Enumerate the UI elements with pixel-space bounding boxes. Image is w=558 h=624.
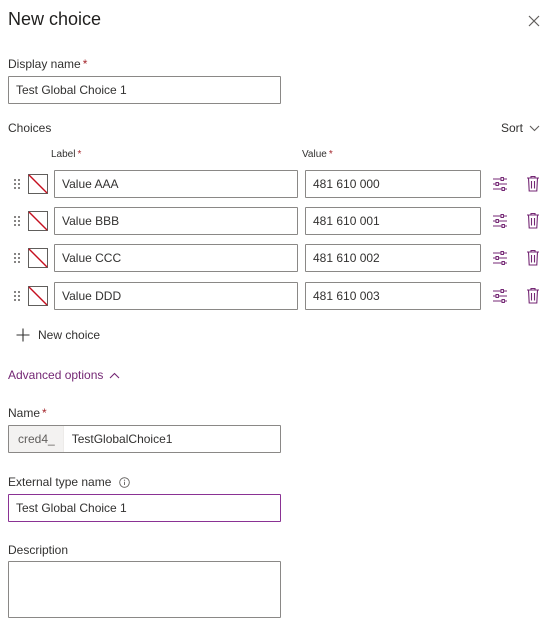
drag-handle-icon[interactable] — [13, 215, 21, 227]
description-label: Description — [8, 543, 69, 557]
info-icon[interactable] — [118, 477, 130, 489]
name-label: Name * — [8, 406, 47, 420]
choice-row — [0, 244, 558, 272]
new-choice-label: New choice — [38, 328, 101, 342]
drag-handle-icon[interactable] — [13, 290, 21, 302]
choice-label-input[interactable] — [54, 207, 298, 235]
choices-section-label: Choices — [8, 121, 52, 135]
color-swatch-icon[interactable] — [28, 248, 48, 268]
sort-button[interactable]: Sort — [501, 121, 540, 135]
trash-icon[interactable] — [526, 175, 540, 192]
color-swatch-icon[interactable] — [28, 174, 48, 194]
choice-label-input[interactable] — [54, 244, 298, 272]
settings-sliders-icon[interactable] — [492, 176, 508, 192]
advanced-options-label: Advanced options — [8, 368, 104, 382]
external-type-name-input[interactable] — [8, 494, 281, 522]
label-column-header: Label * — [51, 149, 82, 160]
choice-row — [0, 207, 558, 235]
settings-sliders-icon[interactable] — [492, 288, 508, 304]
publisher-prefix: cred4_ — [9, 426, 64, 452]
choice-label-input[interactable] — [54, 282, 298, 310]
drag-handle-icon[interactable] — [13, 178, 21, 190]
choice-value-input[interactable] — [305, 170, 481, 198]
name-field[interactable]: cred4_ TestGlobalChoice1 — [8, 425, 281, 453]
trash-icon[interactable] — [526, 249, 540, 266]
trash-icon[interactable] — [526, 287, 540, 304]
color-swatch-icon[interactable] — [28, 286, 48, 306]
new-choice-button[interactable]: New choice — [16, 328, 100, 342]
choice-value-input[interactable] — [305, 207, 481, 235]
description-textarea[interactable] — [8, 561, 281, 618]
color-swatch-icon[interactable] — [28, 211, 48, 231]
drag-handle-icon[interactable] — [13, 252, 21, 264]
name-value[interactable]: TestGlobalChoice1 — [64, 426, 173, 452]
chevron-up-icon — [110, 372, 120, 378]
display-name-input[interactable] — [8, 76, 281, 104]
plus-icon — [16, 328, 30, 342]
choice-value-input[interactable] — [305, 244, 481, 272]
external-type-name-label: External type name — [8, 475, 130, 489]
settings-sliders-icon[interactable] — [492, 213, 508, 229]
value-column-header: Value * — [302, 149, 333, 160]
sort-label: Sort — [501, 121, 524, 135]
chevron-down-icon — [529, 125, 540, 131]
choice-value-input[interactable] — [305, 282, 481, 310]
close-icon[interactable] — [526, 13, 542, 29]
panel-title: New choice — [8, 9, 102, 29]
choice-row — [0, 282, 558, 310]
choice-label-input[interactable] — [54, 170, 298, 198]
trash-icon[interactable] — [526, 212, 540, 229]
settings-sliders-icon[interactable] — [492, 250, 508, 266]
advanced-options-toggle[interactable]: Advanced options — [8, 368, 120, 382]
choice-row — [0, 170, 558, 198]
display-name-label: Display name * — [8, 57, 88, 71]
